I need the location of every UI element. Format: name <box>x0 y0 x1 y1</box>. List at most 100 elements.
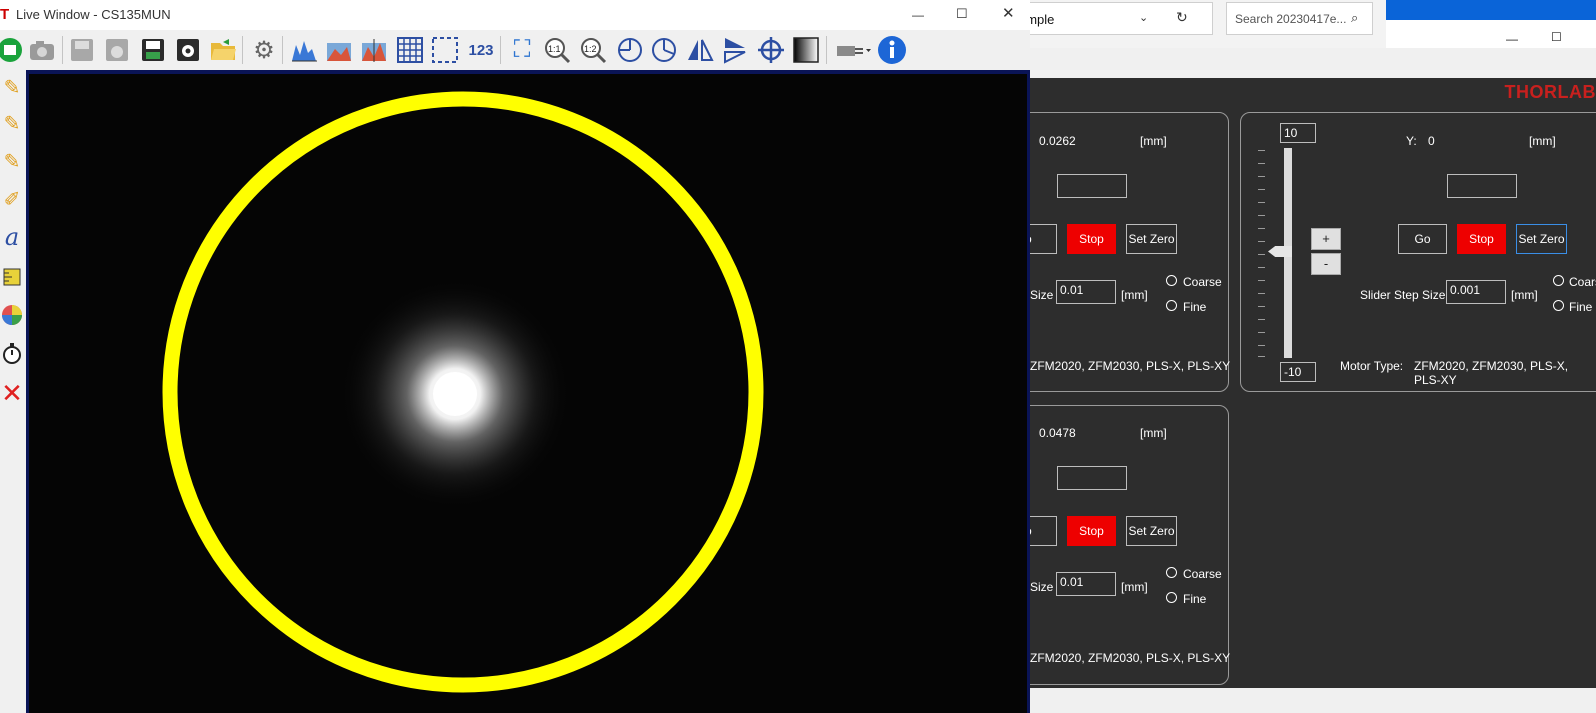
save-image-icon[interactable] <box>137 34 169 66</box>
save-sequence-disabled-icon[interactable] <box>101 34 133 66</box>
delete-x-icon[interactable]: ✕ <box>0 376 24 410</box>
plugin-connect-icon[interactable] <box>834 34 874 66</box>
numeric-display-icon[interactable]: 123 <box>465 34 497 66</box>
coarse-radio[interactable] <box>1553 275 1564 286</box>
toolbar-separator <box>500 36 501 64</box>
compass-icon[interactable]: ✐ <box>0 182 24 216</box>
maximize-button[interactable]: ☐ <box>1551 30 1562 44</box>
slider-tick <box>1258 176 1265 177</box>
stop-button[interactable]: Stop <box>1067 224 1116 254</box>
fit-to-window-icon[interactable]: ⛶ <box>506 34 538 66</box>
slider-tick <box>1258 163 1265 164</box>
search-icon: ⌕ <box>1351 10 1359 25</box>
motor-type-value: ZFM2020, ZFM2030, PLS-X, PLS-XY <box>1030 359 1231 373</box>
set-zero-button[interactable]: Set Zero <box>1126 516 1177 546</box>
image-profile-icon[interactable] <box>323 34 355 66</box>
crosshair-icon[interactable] <box>755 34 787 66</box>
pencil-2-icon[interactable]: ✎ <box>0 106 24 140</box>
step-size-label: Size <box>1030 288 1054 302</box>
ruler-icon[interactable] <box>0 260 24 294</box>
chevron-down-icon[interactable]: ⌄ <box>1139 11 1148 24</box>
open-folder-icon[interactable] <box>207 34 239 66</box>
roi-select-icon[interactable] <box>429 34 461 66</box>
slider-plus-button[interactable]: + <box>1311 228 1341 250</box>
color-wheel-icon[interactable] <box>0 298 24 332</box>
settings-save-icon[interactable] <box>172 34 204 66</box>
live-camera-image[interactable] <box>29 74 1027 713</box>
axis-position-value: 0.0478 <box>1039 426 1076 440</box>
step-size-input[interactable]: 0.01 <box>1056 280 1116 304</box>
thorcam-app-icon: T <box>0 6 10 23</box>
pencil-3-icon[interactable]: ✎ <box>0 144 24 178</box>
slider-tick <box>1258 306 1265 307</box>
slider-min-input[interactable]: -10 <box>1280 362 1316 382</box>
motor-type-label: Motor Type: <box>1340 359 1404 373</box>
line-profile-icon[interactable] <box>358 34 390 66</box>
step-size-unit: [mm] <box>1121 580 1148 594</box>
grayscale-lut-icon[interactable] <box>790 34 822 66</box>
slider-tick <box>1258 189 1265 190</box>
minimize-button[interactable]: — <box>1506 32 1518 46</box>
slider-minus-button[interactable]: - <box>1311 253 1341 275</box>
maximize-button[interactable]: ☐ <box>956 6 968 22</box>
rotate-icon[interactable] <box>614 34 646 66</box>
set-zero-button[interactable]: Set Zero <box>1126 224 1177 254</box>
info-icon[interactable] <box>876 34 908 66</box>
coarse-label: Coarse <box>1183 275 1222 289</box>
search-input[interactable]: Search 20230417e... ⌕ <box>1226 2 1373 35</box>
start-live-icon[interactable] <box>0 34 26 66</box>
window-title: Live Window - CS135MUN <box>16 7 171 22</box>
set-zero-button[interactable]: Set Zero <box>1516 224 1567 254</box>
histogram-icon[interactable] <box>288 34 320 66</box>
camera-settings-gear-icon[interactable]: ⚙ <box>248 34 280 66</box>
stopwatch-icon[interactable] <box>0 336 24 370</box>
step-size-input[interactable]: 0.001 <box>1446 280 1506 304</box>
motor-type-value: ZFM2020, ZFM2030, PLS-X, PLS-XY <box>1414 359 1569 387</box>
zoom-1-2-icon[interactable]: 1:2 <box>577 34 609 66</box>
slider-tick <box>1258 228 1265 229</box>
stop-button[interactable]: Stop <box>1067 516 1116 546</box>
slider-tick <box>1258 293 1265 294</box>
close-button[interactable]: ✕ <box>1002 4 1015 22</box>
step-size-input[interactable]: 0.01 <box>1056 572 1116 596</box>
y-position-unit: [mm] <box>1529 134 1556 148</box>
rotate-partial-icon[interactable] <box>648 34 680 66</box>
axis-position-unit: [mm] <box>1140 426 1167 440</box>
toolbar-separator <box>826 36 827 64</box>
target-position-input[interactable] <box>1057 174 1127 198</box>
target-position-input[interactable] <box>1057 466 1127 490</box>
target-position-input[interactable] <box>1447 174 1517 198</box>
slider-max-input[interactable]: 10 <box>1280 123 1316 143</box>
zoom-1-1-label: 1:1 <box>548 44 561 54</box>
search-placeholder: Search 20230417e... <box>1235 12 1347 26</box>
fine-radio[interactable] <box>1553 300 1564 311</box>
flip-horizontal-icon[interactable] <box>684 34 716 66</box>
axis-position-value: 0.0262 <box>1039 134 1076 148</box>
step-size-label: Slider Step Size <box>1360 288 1446 302</box>
fine-label: Fine <box>1183 592 1207 606</box>
grid-overlay-icon[interactable] <box>394 34 426 66</box>
fine-radio[interactable] <box>1166 300 1177 311</box>
coarse-radio[interactable] <box>1166 567 1177 578</box>
snapshot-camera-icon[interactable] <box>26 34 58 66</box>
fine-radio[interactable] <box>1166 592 1177 603</box>
toolbar-separator <box>62 36 63 64</box>
slider-tick <box>1258 150 1265 151</box>
coarse-radio[interactable] <box>1166 275 1177 286</box>
coarse-label: Coarse <box>1183 567 1222 581</box>
stop-button[interactable]: Stop <box>1457 224 1506 254</box>
save-disabled-icon[interactable] <box>66 34 98 66</box>
pencil-icon[interactable]: ✎ <box>0 70 24 104</box>
axis-position-unit: [mm] <box>1140 134 1167 148</box>
flip-vertical-icon[interactable] <box>719 34 751 66</box>
y-position-value: 0 <box>1428 134 1435 148</box>
zoom-1-1-icon[interactable]: 1:1 <box>541 34 573 66</box>
zoom-1-2-label: 1:2 <box>584 44 597 54</box>
minimize-button[interactable]: — <box>912 8 924 22</box>
slider-tick <box>1258 267 1265 268</box>
go-button[interactable]: Go <box>1398 224 1447 254</box>
laser-spot-core <box>433 372 477 416</box>
refresh-icon[interactable]: ↻ <box>1176 9 1188 26</box>
address-bar[interactable]: ample ⌄ ↻ <box>1010 2 1213 35</box>
text-tool-icon[interactable]: a <box>0 220 24 254</box>
